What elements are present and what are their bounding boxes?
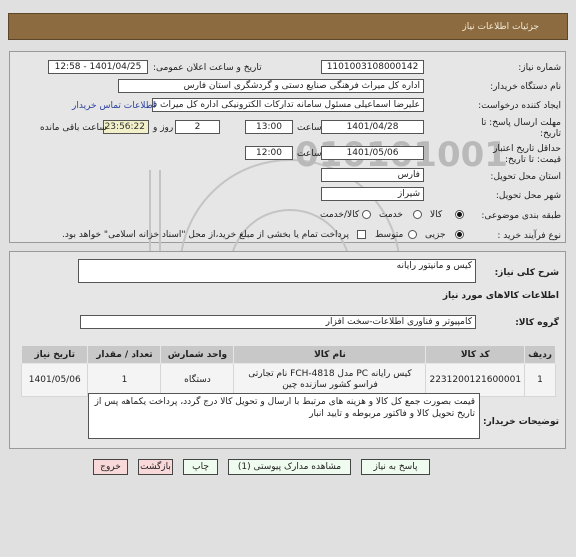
city-field: شیراز bbox=[321, 187, 424, 201]
cell-unit: دستگاه bbox=[160, 363, 235, 397]
cell-row-number: 1 bbox=[524, 363, 556, 397]
process-option-minor: جزیی bbox=[425, 230, 446, 240]
need-summary-label: شرح کلی نیاز: bbox=[494, 268, 559, 278]
remaining-time-counter: 23:56:22 bbox=[103, 120, 149, 134]
announce-datetime-field: 1401/04/25 - 12:58 bbox=[48, 60, 148, 74]
remaining-time-label: ساعت باقی مانده bbox=[40, 123, 107, 133]
col-quantity: تعداد / مقدار bbox=[87, 345, 162, 364]
days-remaining-field: 2 bbox=[175, 120, 220, 134]
category-option-service: خدمت bbox=[379, 210, 403, 220]
city-label: شهر محل تحویل: bbox=[495, 191, 561, 201]
buyer-contact-link[interactable]: اطلاعات تماس خریدار bbox=[72, 101, 155, 111]
validity-time-label: ساعت bbox=[297, 149, 322, 159]
back-button[interactable]: بازگشت bbox=[138, 459, 173, 475]
process-option-medium: متوسط bbox=[375, 230, 404, 240]
process-label: نوع فرآیند خرید : bbox=[497, 231, 561, 241]
cell-goods-name: کیس رایانه PC مدل FCH-4818 نام تجارتی فر… bbox=[233, 363, 427, 397]
deadline-time-label: ساعت bbox=[297, 123, 322, 133]
category-radio-service[interactable] bbox=[413, 210, 422, 219]
page-title: جزئیات اطلاعات نیاز bbox=[462, 22, 539, 32]
col-unit: واحد شمارش bbox=[160, 345, 235, 364]
goods-group-label: گروه کالا: bbox=[515, 318, 559, 328]
deadline-time-field: 13:00 bbox=[245, 120, 293, 134]
category-option-goods-service: کالا/خدمت bbox=[320, 210, 360, 220]
creator-label: ایجاد کننده درخواست: bbox=[478, 101, 561, 111]
announce-label: تاریخ و ساعت اعلان عمومی: bbox=[153, 63, 262, 73]
category-radio-goods-service[interactable] bbox=[362, 210, 371, 219]
buyer-org-field: اداره کل میراث فرهنگی صنایع دستی و گردشگ… bbox=[118, 79, 424, 93]
goods-group-field: کامپیوتر و فناوری اطلاعات-سخت افزار bbox=[80, 315, 476, 329]
col-goods-code: کد کالا bbox=[425, 345, 526, 364]
cell-quantity: 1 bbox=[87, 363, 162, 397]
exit-button[interactable]: خروج bbox=[93, 459, 128, 475]
col-need-date: تاریخ نیاز bbox=[20, 345, 89, 364]
table-row: 1 2231200121600001 کیس رایانه PC مدل FCH… bbox=[20, 363, 556, 397]
validity-date-field: 1401/05/06 bbox=[321, 146, 424, 160]
treasury-payment-note: پرداخت تمام یا بخشی از مبلغ خرید،از محل … bbox=[62, 230, 350, 240]
process-radio-medium[interactable] bbox=[408, 230, 417, 239]
goods-table-header: ردیف کد کالا نام کالا واحد شمارش تعداد /… bbox=[20, 345, 556, 364]
deadline-label: مهلت ارسال پاسخ: تا تاریخ: bbox=[481, 118, 561, 139]
validity-time-field: 12:00 bbox=[245, 146, 293, 160]
reply-to-need-button[interactable]: پاسخ به نیاز bbox=[361, 459, 430, 475]
col-goods-name: نام کالا bbox=[233, 345, 427, 364]
buyer-notes-field: قیمت بصورت جمع کل کالا و هزینه های مرتبط… bbox=[88, 393, 480, 439]
buyer-notes-label: توضیحات خریدار: bbox=[483, 417, 559, 427]
goods-table: ردیف کد کالا نام کالا واحد شمارش تعداد /… bbox=[20, 345, 556, 397]
need-number-label: شماره نیاز: bbox=[518, 63, 561, 73]
process-radio-minor[interactable] bbox=[455, 230, 464, 239]
category-option-goods: کالا bbox=[430, 210, 443, 220]
days-label: روز و bbox=[153, 123, 174, 133]
print-button[interactable]: چاپ bbox=[183, 459, 218, 475]
category-label: طبقه بندی موضوعی: bbox=[481, 211, 561, 221]
treasury-payment-checkbox[interactable] bbox=[357, 230, 366, 239]
deadline-date-field: 1401/04/28 bbox=[321, 120, 424, 134]
goods-info-title: اطلاعات کالاهای مورد نیاز bbox=[442, 291, 559, 301]
page-header: جزئیات اطلاعات نیاز bbox=[8, 13, 568, 40]
validity-label: حداقل تاریخ اعتبار قیمت: تا تاریخ: bbox=[493, 144, 561, 165]
need-summary-field: کیس و مانیتور رایانه bbox=[78, 259, 476, 283]
cell-goods-code: 2231200121600001 bbox=[425, 363, 526, 397]
province-label: استان محل تحویل: bbox=[490, 172, 561, 182]
creator-field: علیرضا اسماعیلی مسئول سامانه تدارکات الک… bbox=[152, 98, 424, 112]
province-field: فارس bbox=[321, 168, 424, 182]
need-number-field: 1101003108000142 bbox=[321, 60, 424, 74]
buyer-org-label: نام دستگاه خریدار: bbox=[490, 82, 561, 92]
col-row-number: ردیف bbox=[524, 345, 556, 364]
cell-need-date: 1401/05/06 bbox=[20, 363, 89, 397]
view-attachments-button[interactable]: مشاهده مدارک پیوستی (1) bbox=[228, 459, 351, 475]
category-radio-goods[interactable] bbox=[455, 210, 464, 219]
